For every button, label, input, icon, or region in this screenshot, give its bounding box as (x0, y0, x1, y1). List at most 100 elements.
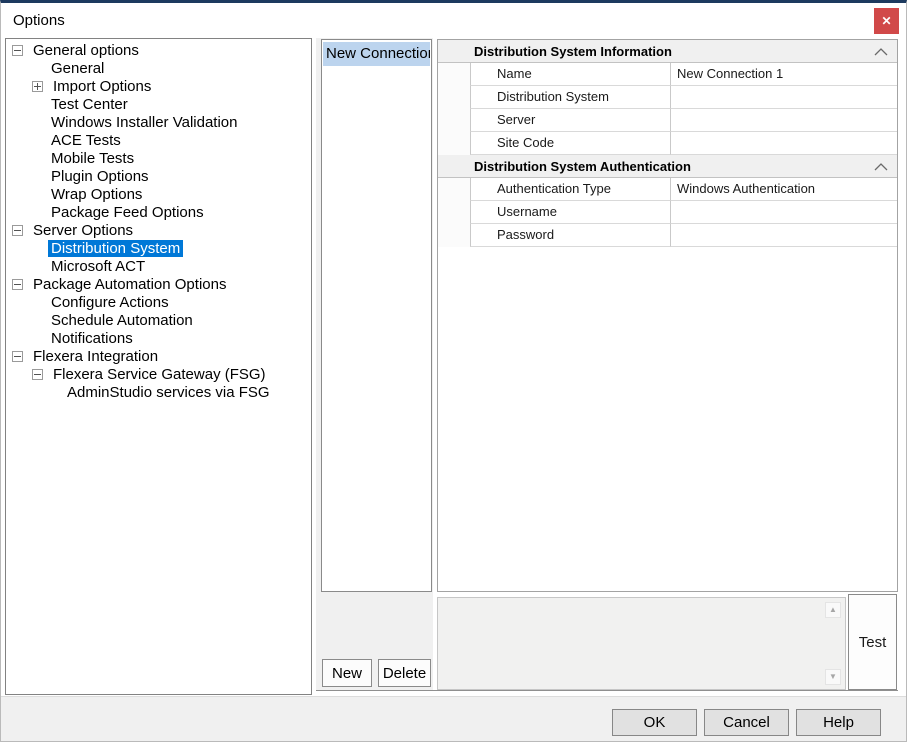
property-value-site-code[interactable] (670, 132, 897, 155)
tree-item-general[interactable]: General (6, 60, 311, 78)
test-button[interactable]: Test (848, 594, 897, 690)
property-value-password[interactable] (670, 224, 897, 247)
scroll-down-icon: ▼ (829, 672, 837, 681)
cancel-button[interactable]: Cancel (704, 709, 789, 736)
help-button[interactable]: Help (796, 709, 881, 736)
tree-item-label[interactable]: General (48, 60, 107, 77)
property-label: Site Code (470, 132, 670, 155)
tree-item-label[interactable]: Package Automation Options (30, 276, 229, 293)
new-button[interactable]: New (322, 659, 372, 687)
property-label: Password (470, 224, 670, 247)
options-dialog: Options ✕ General options General Import… (0, 0, 907, 742)
tree-item-adminstudio-services-via-fsg[interactable]: AdminStudio services via FSG (6, 384, 311, 402)
property-row-server: Server (438, 109, 897, 132)
tree-item-test-center[interactable]: Test Center (6, 96, 311, 114)
tree-item-label[interactable]: Package Feed Options (48, 204, 207, 221)
property-value-server[interactable] (670, 109, 897, 132)
tree-item-label[interactable]: Mobile Tests (48, 150, 137, 167)
tree-item-label[interactable]: Microsoft ACT (48, 258, 148, 275)
tree-item-mobile-tests[interactable]: Mobile Tests (6, 150, 311, 168)
tree-item-label[interactable]: Test Center (48, 96, 131, 113)
property-row-password: Password (438, 224, 897, 247)
tree-item-label[interactable]: Plugin Options (48, 168, 152, 185)
property-value-name[interactable]: New Connection 1 (670, 63, 897, 86)
tree-expander-plus-icon[interactable] (32, 81, 43, 92)
property-value-distribution-system[interactable] (670, 86, 897, 109)
ok-button[interactable]: OK (612, 709, 697, 736)
tree-item-package-automation-options[interactable]: Package Automation Options (6, 276, 311, 294)
tree-item-plugin-options[interactable]: Plugin Options (6, 168, 311, 186)
property-label: Server (470, 109, 670, 132)
tree-item-notifications[interactable]: Notifications (6, 330, 311, 348)
panel-divider (316, 690, 898, 691)
tree-item-label[interactable]: General options (30, 42, 142, 59)
row-gutter (438, 86, 470, 109)
property-label: Name (470, 63, 670, 86)
tree-item-label-selected[interactable]: Distribution System (48, 240, 183, 257)
property-label: Username (470, 201, 670, 224)
tree-expander-minus-icon[interactable] (12, 225, 23, 236)
row-gutter (438, 132, 470, 155)
collapse-chevron-icon[interactable] (874, 163, 888, 171)
tree-expander-minus-icon[interactable] (32, 369, 43, 380)
tree-item-label[interactable]: Schedule Automation (48, 312, 196, 329)
section-title: Distribution System Information (474, 44, 672, 59)
tree-item-import-options[interactable]: Import Options (6, 78, 311, 96)
property-row-name: Name New Connection 1 (438, 63, 897, 86)
tree-item-label[interactable]: Configure Actions (48, 294, 172, 311)
tree-item-label[interactable]: Flexera Integration (30, 348, 161, 365)
tree-expander-minus-icon[interactable] (12, 45, 23, 56)
tree-item-label[interactable]: Notifications (48, 330, 136, 347)
property-value-username[interactable] (670, 201, 897, 224)
window-title: Options (13, 3, 65, 38)
tree-item-label[interactable]: ACE Tests (48, 132, 124, 149)
tree-item-wrap-options[interactable]: Wrap Options (6, 186, 311, 204)
property-label: Distribution System (470, 86, 670, 109)
tree-item-label[interactable]: Import Options (50, 78, 154, 95)
tree-item-package-feed-options[interactable]: Package Feed Options (6, 204, 311, 222)
tree-item-label[interactable]: Windows Installer Validation (48, 114, 240, 131)
tree-item-configure-actions[interactable]: Configure Actions (6, 294, 311, 312)
close-icon: ✕ (881, 14, 891, 28)
tree-item-schedule-automation[interactable]: Schedule Automation (6, 312, 311, 330)
delete-button[interactable]: Delete (378, 659, 431, 687)
tree-item-label[interactable]: Wrap Options (48, 186, 145, 203)
scroll-up-icon: ▲ (829, 605, 837, 614)
section-title: Distribution System Authentication (474, 159, 691, 174)
property-value-authentication-type[interactable]: Windows Authentication (670, 178, 897, 201)
property-row-authentication-type: Authentication Type Windows Authenticati… (438, 178, 897, 201)
row-gutter (438, 63, 470, 86)
section-header-information[interactable]: Distribution System Information (438, 40, 897, 63)
options-tree: General options General Import Options T… (5, 38, 312, 695)
property-label: Authentication Type (470, 178, 670, 201)
tree-item-flexera-service-gateway[interactable]: Flexera Service Gateway (FSG) (6, 366, 311, 384)
property-row-site-code: Site Code (438, 132, 897, 155)
tree-item-microsoft-act[interactable]: Microsoft ACT (6, 258, 311, 276)
tree-item-label[interactable]: Server Options (30, 222, 136, 239)
row-gutter (438, 109, 470, 132)
title-bar: Options ✕ (1, 3, 906, 38)
section-header-authentication[interactable]: Distribution System Authentication (438, 155, 897, 178)
row-gutter (438, 178, 470, 201)
tree-item-server-options[interactable]: Server Options (6, 222, 311, 240)
row-gutter (438, 201, 470, 224)
tree-expander-minus-icon[interactable] (12, 279, 23, 290)
tree-item-label[interactable]: AdminStudio services via FSG (64, 384, 273, 401)
collapse-chevron-icon[interactable] (874, 48, 888, 56)
tree-item-flexera-integration[interactable]: Flexera Integration (6, 348, 311, 366)
property-row-username: Username (438, 201, 897, 224)
test-output-box[interactable]: ▲ ▼ (437, 597, 846, 690)
tree-item-ace-tests[interactable]: ACE Tests (6, 132, 311, 150)
connection-list[interactable]: New Connection 1 (321, 39, 432, 592)
tree-item-distribution-system[interactable]: Distribution System (6, 240, 311, 258)
footer-bar: OK Cancel Help (1, 696, 906, 741)
property-row-distribution-system: Distribution System (438, 86, 897, 109)
scroll-up-button[interactable]: ▲ (825, 602, 841, 618)
tree-item-windows-installer-validation[interactable]: Windows Installer Validation (6, 114, 311, 132)
tree-item-general-options[interactable]: General options (6, 42, 311, 60)
close-button[interactable]: ✕ (874, 8, 899, 34)
scroll-down-button[interactable]: ▼ (825, 669, 841, 685)
connection-list-item[interactable]: New Connection 1 (323, 42, 430, 66)
tree-item-label[interactable]: Flexera Service Gateway (FSG) (50, 366, 269, 383)
tree-expander-minus-icon[interactable] (12, 351, 23, 362)
